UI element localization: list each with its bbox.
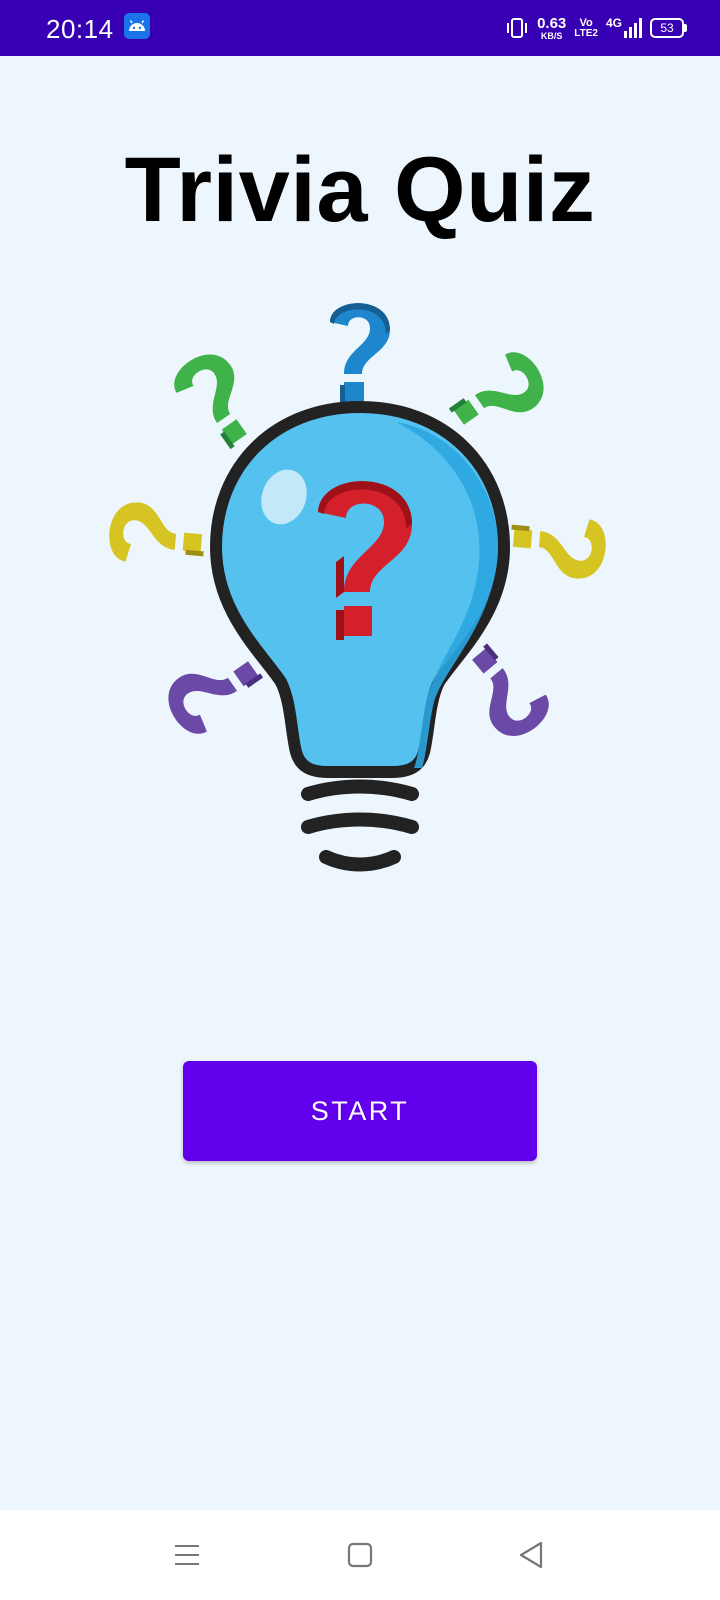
blue-question-mark-icon — [330, 303, 390, 405]
green-question-mark-icon — [448, 352, 544, 425]
status-bar: 20:14 0.63 KB/S Vo LTE2 4G 53 — [0, 0, 720, 56]
signal-group: 4G — [605, 16, 642, 38]
volte-top: Vo — [579, 16, 593, 29]
back-button[interactable] — [506, 1530, 556, 1580]
network-speed-unit: KB/S — [540, 30, 563, 41]
navigation-bar — [0, 1510, 720, 1600]
battery-icon: 53 — [650, 18, 687, 38]
network-speed-value: 0.63 — [537, 14, 567, 32]
yellow-question-mark-icon — [511, 519, 606, 579]
app-title: Trivia Quiz — [124, 139, 596, 241]
android-notification-icon — [124, 13, 150, 39]
vibrate-icon — [507, 18, 528, 38]
home-icon — [347, 1542, 373, 1568]
signal-icon — [624, 18, 642, 38]
lightbulb-illustration — [109, 303, 606, 872]
network-speed: 0.63 KB/S — [537, 16, 566, 41]
home-button[interactable] — [335, 1530, 385, 1580]
battery-level: 53 — [660, 21, 674, 35]
network-type: 4G — [605, 16, 622, 30]
volte-bottom: LTE2 — [574, 27, 598, 39]
yellow-question-mark-icon — [109, 502, 204, 562]
menu-icon — [175, 1545, 199, 1565]
back-icon — [519, 1541, 543, 1569]
menu-button[interactable] — [162, 1530, 212, 1580]
status-icons: 0.63 KB/S Vo LTE2 4G 53 — [505, 0, 687, 56]
green-question-mark-icon — [174, 354, 247, 450]
status-time: 20:14 — [46, 14, 114, 44]
start-button[interactable]: START — [183, 1061, 537, 1161]
volte-indicator: Vo LTE2 — [574, 16, 598, 39]
